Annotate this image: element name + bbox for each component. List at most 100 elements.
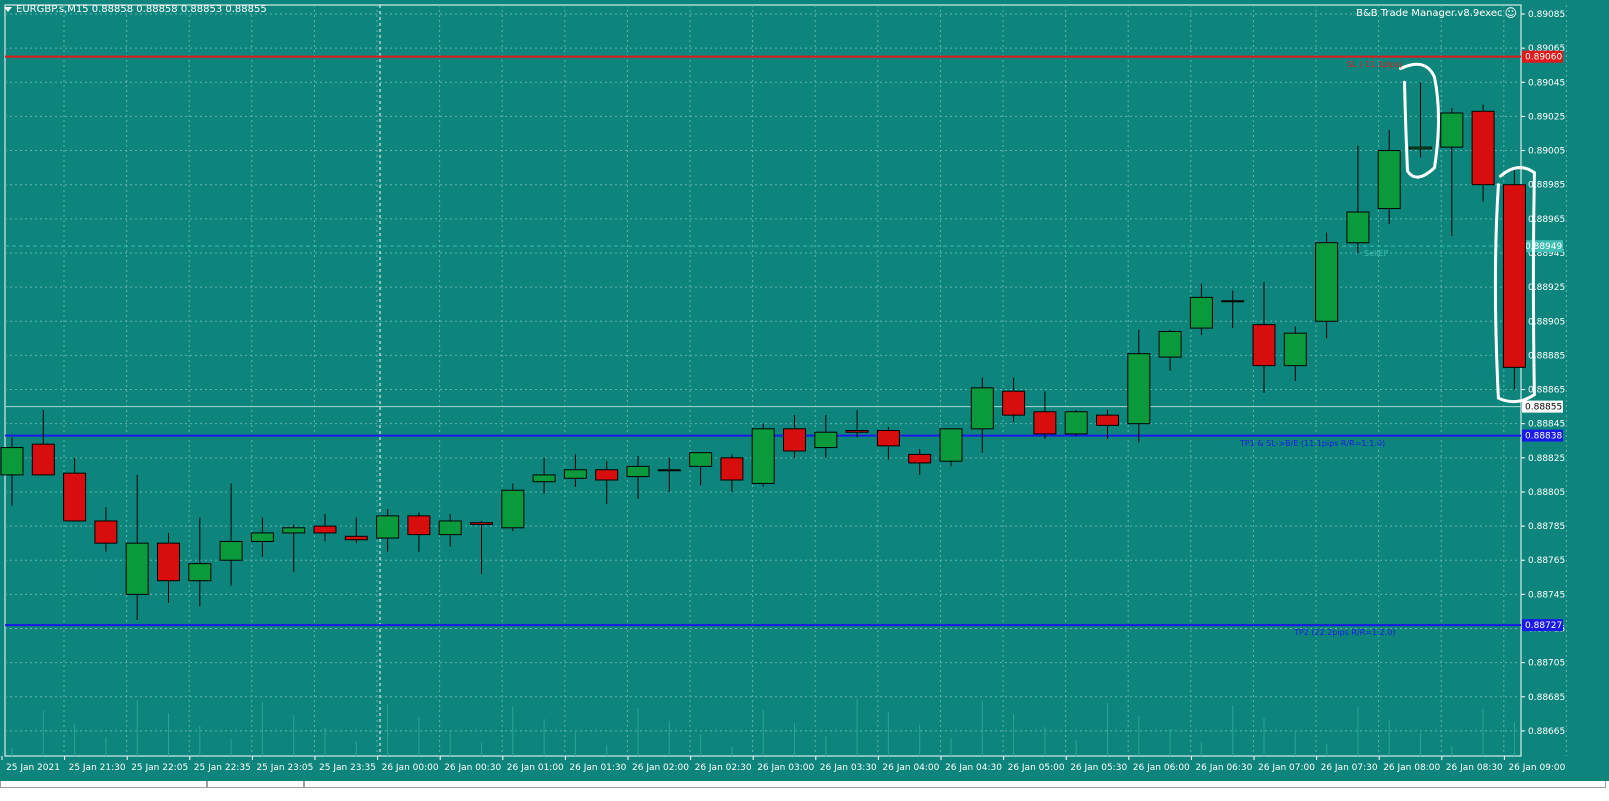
sl-line-label: SL (-11.1pips)	[1347, 59, 1403, 69]
sell-ep-line-label: SellEP	[1364, 249, 1389, 259]
candle-bull	[1189, 296, 1213, 329]
candle-bull	[939, 428, 963, 462]
candle-bull	[219, 540, 243, 561]
candle-bull	[501, 489, 525, 529]
y-tick-label: 0.89025	[1528, 112, 1565, 122]
symbol-info: EURGBP.s,M15 0.88858 0.88858 0.88853 0.8…	[16, 4, 267, 15]
candle-bear	[157, 542, 180, 582]
y-tick-label: 0.88845	[1528, 420, 1565, 430]
candle-bear	[783, 428, 806, 452]
x-tick-label: 25 Jan 23:05	[256, 763, 313, 773]
candle-bull	[1064, 411, 1088, 435]
tp1-line-label: TP1 & SL->B/E (11.1pips R/R=1:1.0)	[1240, 438, 1386, 448]
y-tick-label: 0.89045	[1528, 78, 1565, 88]
x-tick-label: 26 Jan 01:00	[507, 763, 564, 773]
plot-border	[4, 4, 1522, 757]
candle-bear	[1502, 184, 1526, 368]
candle-bear	[31, 443, 55, 476]
candle-bull	[1283, 332, 1307, 367]
tp1-line-price-label: 0.88838	[1525, 432, 1562, 442]
smiley-icon[interactable]: ☺	[1504, 6, 1517, 20]
x-tick-label: 26 Jan 06:30	[1195, 763, 1252, 773]
x-tick-label: 25 Jan 22:05	[131, 763, 188, 773]
candle-bull	[970, 387, 994, 430]
candle-bear	[344, 535, 368, 541]
candle-bull	[188, 563, 212, 582]
candle-bull	[376, 515, 400, 539]
candle-bear	[595, 469, 619, 481]
candle-bull	[250, 532, 274, 542]
candle-bull	[1440, 112, 1464, 148]
candle-bear	[876, 430, 900, 447]
x-tick-label: 26 Jan 08:30	[1446, 763, 1503, 773]
tp2-line-price-label: 0.88727	[1525, 621, 1562, 631]
candle-bull	[1127, 353, 1151, 425]
current-price-label: 0.88855	[1525, 403, 1562, 413]
x-tick-label: 26 Jan 03:00	[757, 763, 814, 773]
sl-line-price-label: 0.89060	[1525, 53, 1562, 63]
candle-bear	[1252, 324, 1276, 367]
candle-bear	[1471, 110, 1495, 186]
y-tick-label: 0.88705	[1528, 659, 1565, 669]
x-tick-label: 26 Jan 03:30	[820, 763, 877, 773]
candle-bull	[1409, 146, 1432, 150]
x-tick-label: 26 Jan 02:00	[632, 763, 689, 773]
candle-bear	[470, 522, 493, 525]
chart-tab[interactable]	[0, 781, 207, 788]
x-tick-label: 25 Jan 21:30	[69, 763, 126, 773]
x-tick-label: 26 Jan 07:00	[1258, 763, 1315, 773]
candle-bull	[1377, 150, 1401, 210]
x-tick-label: 26 Jan 00:30	[444, 763, 501, 773]
x-tick-label: 26 Jan 08:00	[1383, 763, 1440, 773]
y-tick-label: 0.88745	[1528, 590, 1565, 600]
y-tick-label: 0.88685	[1528, 693, 1565, 703]
x-tick-label: 26 Jan 05:00	[1008, 763, 1065, 773]
candle-bull	[532, 474, 556, 483]
chart-tab[interactable]	[207, 781, 304, 788]
x-tick-label: 26 Jan 06:00	[1133, 763, 1190, 773]
candle-bear	[1096, 414, 1119, 426]
expert-advisor-label: B&B Trade Manager.v8.9exec ☺	[1356, 6, 1517, 20]
candle-bull	[1158, 330, 1182, 358]
candle-bull	[657, 469, 681, 472]
candle-bear	[845, 430, 869, 433]
ea-name: B&B Trade Manager.v8.9exec	[1356, 7, 1503, 19]
chart-tab[interactable]	[304, 781, 1606, 788]
x-tick-label: 25 Jan 2021	[6, 763, 60, 773]
symbol-header: EURGBP.s,M15 0.88858 0.88858 0.88853 0.8…	[4, 4, 267, 15]
x-tick-label: 26 Jan 02:30	[695, 763, 752, 773]
y-tick-label: 0.88825	[1528, 454, 1565, 464]
y-tick-label: 0.88765	[1528, 556, 1565, 566]
candle-bull	[563, 469, 587, 479]
candle-bull	[282, 527, 306, 534]
candle-bear	[1033, 411, 1057, 435]
chart-tab-bar	[0, 781, 1609, 801]
y-tick-label: 0.88785	[1528, 522, 1565, 532]
x-tick-label: 26 Jan 04:30	[945, 763, 1002, 773]
candle-bull	[626, 465, 650, 478]
x-tick-label: 26 Jan 00:00	[382, 763, 439, 773]
x-tick-label: 26 Jan 09:00	[1508, 763, 1565, 773]
candle-bear	[720, 457, 744, 481]
candle-bear	[908, 453, 932, 464]
price-chart[interactable]: 0.890850.890650.890450.890250.890050.889…	[0, 0, 1609, 781]
highlight-annotation	[1399, 62, 1440, 179]
x-tick-label: 26 Jan 07:30	[1321, 763, 1378, 773]
dropdown-triangle-icon[interactable]	[4, 7, 12, 12]
x-tick-label: 25 Jan 22:35	[194, 763, 251, 773]
candle-bull	[1221, 300, 1245, 303]
x-tick-label: 25 Jan 23:35	[319, 763, 376, 773]
candle-bull	[1315, 242, 1339, 322]
chart-window[interactable]: 0.89085 0.89065 0.89045 0.89025 0.89005 0.889…	[0, 0, 1609, 781]
sell-ep-line-price-label: 0.88949	[1525, 242, 1562, 252]
y-tick-label: 0.88805	[1528, 488, 1565, 498]
y-tick-label: 0.89005	[1528, 147, 1565, 157]
candle-bear	[94, 520, 118, 544]
candle-bull	[689, 452, 713, 467]
candle-bear	[1002, 390, 1026, 416]
tp2-line-label: TP2 (22.2pips R/R=1:2.0)	[1294, 628, 1396, 638]
candle-bull	[0, 447, 24, 476]
y-tick-label: 0.88665	[1528, 727, 1565, 737]
candle-bear	[63, 472, 87, 522]
candle-bull	[814, 431, 838, 449]
